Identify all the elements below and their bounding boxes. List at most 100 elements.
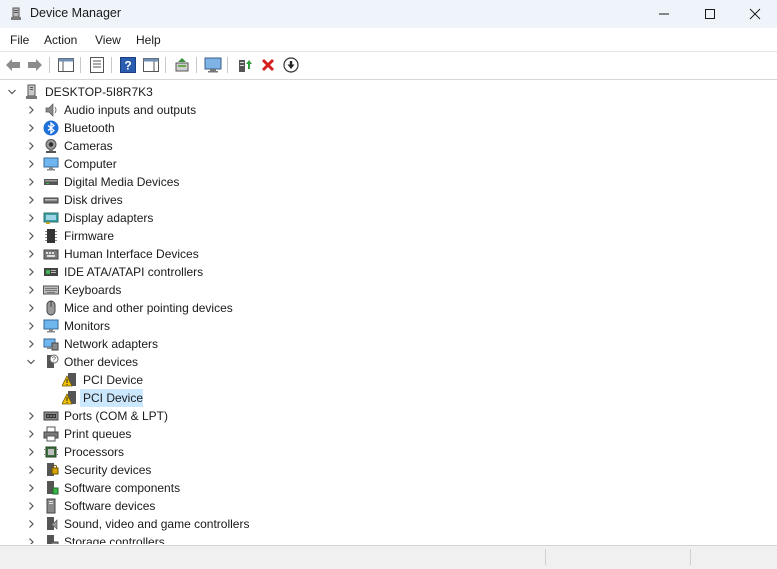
expand-chevron-icon[interactable] (26, 500, 36, 512)
tree-category-node[interactable]: Sound, video and game controllers (0, 515, 777, 533)
expand-chevron-icon[interactable] (26, 446, 36, 458)
expand-chevron-icon[interactable] (26, 338, 36, 350)
disable-device-button[interactable] (282, 56, 300, 74)
toolbar-separator (111, 57, 112, 73)
tree-category-label: Security devices (64, 463, 152, 477)
back-button[interactable] (4, 56, 22, 74)
storage-controller-icon (47, 535, 59, 544)
help-button[interactable]: ? (119, 56, 137, 74)
menu-file[interactable]: File (10, 33, 29, 47)
tree-category-node[interactable]: Display adapters (0, 209, 777, 227)
expand-chevron-icon[interactable] (26, 536, 36, 544)
tree-category-node[interactable]: Print queues (0, 425, 777, 443)
tree-category-label: IDE ATA/ATAPI controllers (64, 265, 204, 279)
close-icon (749, 8, 761, 20)
close-button[interactable] (733, 0, 777, 28)
minimize-icon (659, 13, 669, 15)
tree-category-node[interactable]: Human Interface Devices (0, 245, 777, 263)
device-tree[interactable]: DESKTOP-5I8R7K3 Audio inputs and outputs B… (0, 80, 777, 544)
tree-category-label: Disk drives (64, 193, 123, 207)
tree-category-label: Software devices (64, 499, 156, 513)
menu-action[interactable]: Action (44, 33, 77, 47)
expand-chevron-icon[interactable] (26, 482, 36, 494)
status-pane-divider (545, 549, 546, 565)
update-driver-button[interactable] (173, 56, 191, 74)
tree-category-label: Digital Media Devices (64, 175, 180, 189)
expand-chevron-icon[interactable] (26, 212, 36, 224)
expand-chevron-icon[interactable] (26, 266, 36, 278)
menu-help[interactable]: Help (136, 33, 161, 47)
show-action-pane-button[interactable] (142, 56, 160, 74)
expand-chevron-icon[interactable] (26, 158, 36, 170)
collapse-chevron-icon[interactable] (26, 356, 36, 368)
tree-category-label: Storage controllers (64, 535, 165, 544)
expand-chevron-icon[interactable] (26, 320, 36, 332)
tree-category-node[interactable]: Software devices (0, 497, 777, 515)
unknown-device-icon: ? (47, 354, 59, 368)
console-tree-icon (58, 58, 74, 72)
ide-controller-icon (44, 268, 58, 276)
expand-chevron-icon[interactable] (26, 428, 36, 440)
computer-icon (43, 157, 59, 171)
tree-device-node[interactable]: PCI Device (0, 389, 777, 407)
tree-category-label: Firmware (64, 229, 114, 243)
tree-category-node[interactable]: Audio inputs and outputs (0, 101, 777, 119)
tree-category-node[interactable]: ? Other devices (0, 353, 777, 371)
expand-chevron-icon[interactable] (26, 194, 36, 206)
forward-button[interactable] (26, 56, 44, 74)
tree-category-node[interactable]: IDE ATA/ATAPI controllers (0, 263, 777, 281)
toolbar-separator (165, 57, 166, 73)
uninstall-device-button[interactable] (259, 56, 277, 74)
properties-sheet-icon (90, 57, 104, 73)
tree-category-node[interactable]: Monitors (0, 317, 777, 335)
tree-category-node[interactable]: Keyboards (0, 281, 777, 299)
tree-category-node[interactable]: Cameras (0, 137, 777, 155)
tree-category-node[interactable]: Digital Media Devices (0, 173, 777, 191)
expand-chevron-icon[interactable] (26, 284, 36, 296)
tree-category-node[interactable]: Network adapters (0, 335, 777, 353)
disable-device-down-arrow-icon (283, 57, 299, 73)
tree-category-node[interactable]: Mice and other pointing devices (0, 299, 777, 317)
menu-view[interactable]: View (95, 33, 121, 47)
title-bar[interactable]: Device Manager (0, 0, 777, 28)
expand-chevron-icon[interactable] (26, 410, 36, 422)
scan-for-hardware-changes-button[interactable] (204, 56, 222, 74)
minimize-button[interactable] (641, 0, 687, 28)
processor-icon (44, 446, 58, 458)
expand-chevron-icon[interactable] (26, 248, 36, 260)
toolbar-separator (49, 57, 50, 73)
help-question-icon: ? (120, 57, 136, 73)
tree-category-node[interactable]: Firmware (0, 227, 777, 245)
media-device-icon (44, 179, 58, 185)
expand-chevron-icon[interactable] (26, 518, 36, 530)
expand-chevron-icon[interactable] (26, 302, 36, 314)
tree-category-node[interactable]: Security devices (0, 461, 777, 479)
expand-chevron-icon[interactable] (26, 140, 36, 152)
tree-category-node[interactable]: Disk drives (0, 191, 777, 209)
enable-device-button[interactable] (236, 56, 254, 74)
maximize-button[interactable] (687, 0, 733, 28)
expand-chevron-icon[interactable] (26, 176, 36, 188)
forward-arrow-icon (28, 59, 42, 71)
tree-category-label: Processors (64, 445, 125, 459)
collapse-chevron-icon[interactable] (7, 86, 17, 98)
expand-chevron-icon[interactable] (26, 122, 36, 134)
tree-category-node[interactable]: Bluetooth (0, 119, 777, 137)
show-hide-console-tree-button[interactable] (57, 56, 75, 74)
tree-device-node[interactable]: PCI Device (0, 371, 777, 389)
tree-category-node[interactable]: Processors (0, 443, 777, 461)
update-driver-icon (175, 58, 189, 72)
tree-category-node[interactable]: Software components (0, 479, 777, 497)
software-component-icon (47, 481, 59, 495)
tree-category-label: Mice and other pointing devices (64, 301, 233, 315)
toolbar: ? (0, 51, 777, 80)
tree-category-node[interactable]: Computer (0, 155, 777, 173)
tree-root-node[interactable]: DESKTOP-5I8R7K3 (0, 83, 777, 101)
expand-chevron-icon[interactable] (26, 230, 36, 242)
tree-category-node[interactable]: Ports (COM & LPT) (0, 407, 777, 425)
camera-icon (45, 139, 57, 153)
expand-chevron-icon[interactable] (26, 464, 36, 476)
properties-button[interactable] (88, 56, 106, 74)
expand-chevron-icon[interactable] (26, 104, 36, 116)
tree-category-node[interactable]: Storage controllers (0, 533, 777, 544)
